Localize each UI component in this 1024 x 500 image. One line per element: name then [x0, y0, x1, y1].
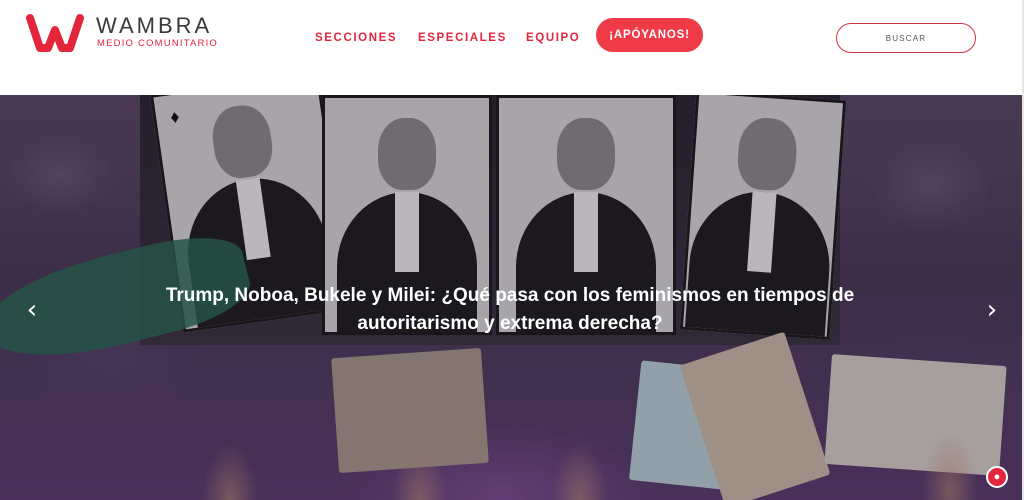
- wambra-logo[interactable]: WAMBRA MEDIO COMUNITARIO: [26, 12, 226, 52]
- chevron-left-icon[interactable]: ‹: [20, 295, 44, 325]
- support-button[interactable]: ¡APÓYANOS!: [596, 18, 703, 52]
- hero-slider[interactable]: ♦ Trump, Noboa, Bukele y Milei: ¿Qué pas…: [0, 95, 1022, 500]
- chevron-right-icon[interactable]: ›: [980, 295, 1004, 325]
- brand-name: WAMBRA: [96, 13, 213, 38]
- nav-item-secciones[interactable]: SECCIONES: [315, 32, 397, 44]
- brand-tagline: MEDIO COMUNITARIO: [97, 38, 219, 49]
- nav-item-equipo[interactable]: EQUIPO: [526, 32, 580, 44]
- hero-headline[interactable]: Trump, Noboa, Bukele y Milei: ¿Qué pasa …: [140, 282, 880, 338]
- search-button[interactable]: BUSCAR: [836, 23, 976, 53]
- bell-icon[interactable]: ●: [986, 466, 1008, 488]
- nav-item-especiales[interactable]: ESPECIALES: [418, 32, 507, 44]
- wambra-w-logo-icon: [26, 14, 84, 52]
- site-header: WAMBRA MEDIO COMUNITARIO SECCIONES ESPEC…: [0, 0, 1024, 95]
